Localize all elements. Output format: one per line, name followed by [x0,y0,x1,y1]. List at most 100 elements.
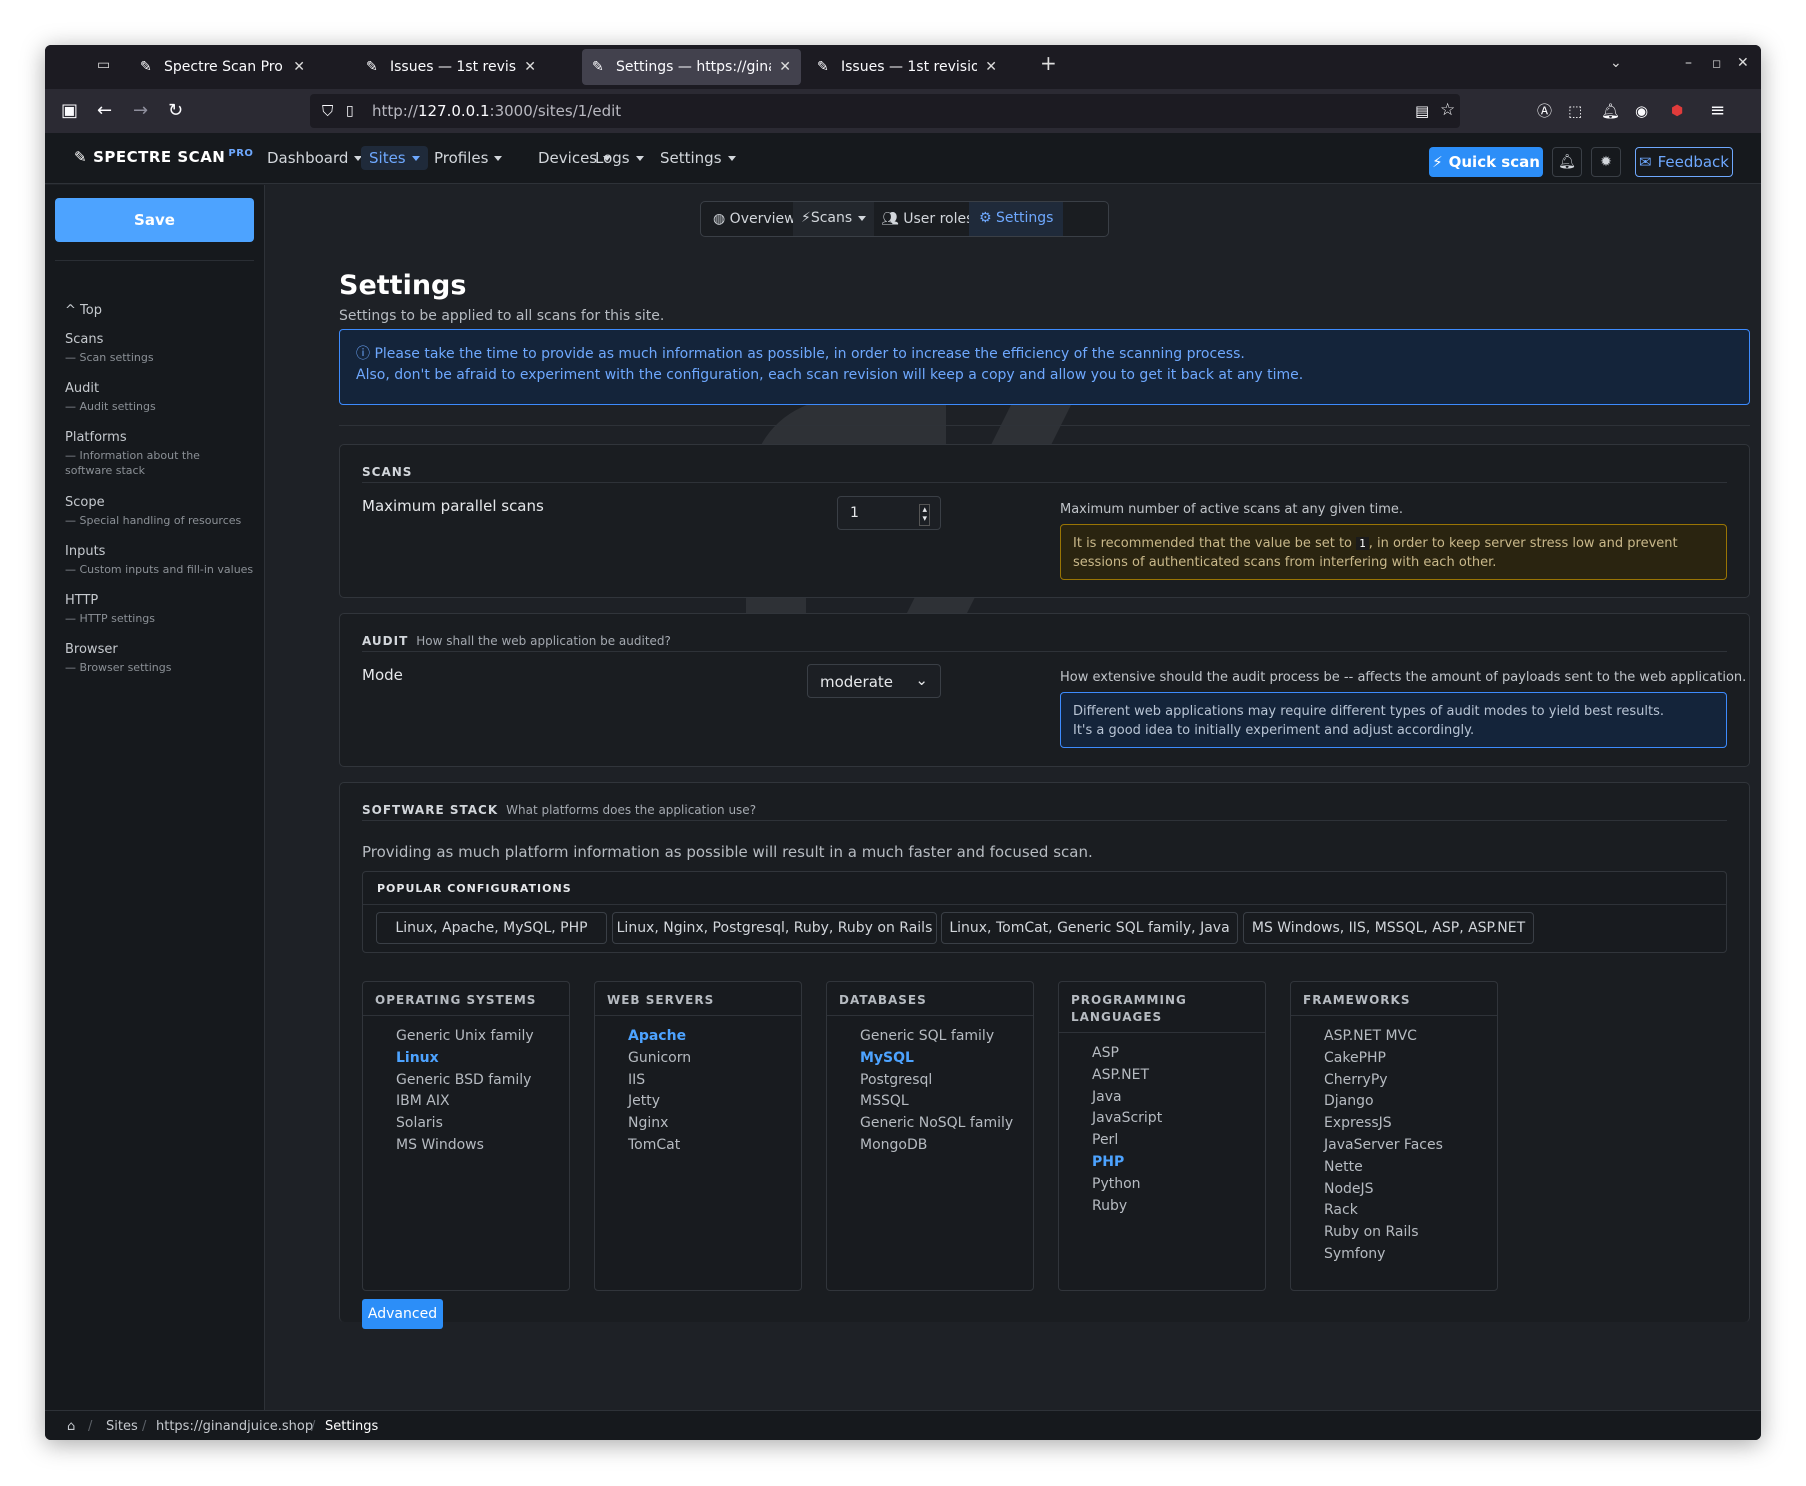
platform-option[interactable]: IIS [628,1070,691,1092]
sidebar-item-scope[interactable]: Scope — Special handling of resources [65,495,241,528]
platform-option[interactable]: Perl [1092,1130,1162,1152]
sidebar-item-browser[interactable]: Browser — Browser settings [65,642,171,675]
platform-option[interactable]: Rack [1324,1200,1443,1222]
platform-option[interactable]: Generic BSD family [396,1070,534,1092]
close-window-icon[interactable]: ✕ [1737,55,1749,71]
back-icon[interactable]: ← [97,99,112,123]
platform-option[interactable]: Symfony [1324,1244,1443,1266]
menu-dashboard[interactable]: Dashboard [267,149,363,167]
platform-option[interactable]: Postgresql [860,1070,1013,1092]
platform-option[interactable]: Gunicorn [628,1048,691,1070]
menu-logs[interactable]: Logs [595,149,644,167]
platform-option[interactable]: Generic SQL family [860,1026,1013,1048]
platform-option[interactable]: Nette [1324,1157,1443,1179]
hamburger-menu-icon[interactable]: ≡ [1710,99,1725,123]
maximize-icon[interactable]: ◻ [1712,57,1721,70]
breadcrumb-item[interactable]: https://ginandjuice.shop [156,1419,313,1434]
platform-option[interactable]: Ruby [1092,1196,1162,1218]
bell-icon[interactable]: 🔔︎ [1552,147,1582,177]
menu-sites[interactable]: Sites [361,146,428,170]
platform-option[interactable]: CakePHP [1324,1048,1443,1070]
platform-option[interactable]: Jetty [628,1091,691,1113]
home-icon[interactable]: ⌂ [67,1419,75,1434]
platform-option[interactable]: Python [1092,1174,1162,1196]
audit-mode-select[interactable]: moderate ⌄ [807,664,941,698]
url-text[interactable]: http://127.0.0.1:3000/sites/1/edit [372,102,621,120]
breadcrumb-item[interactable]: Sites [106,1419,138,1434]
sidebar-item-top[interactable]: ^ Top [65,303,102,318]
max-parallel-scans-input[interactable]: 1 ▴ ▾ [837,496,941,530]
platform-option[interactable]: ASP.NET [1092,1065,1162,1087]
ublock-icon[interactable]: ⬢ [1671,99,1683,123]
platform-option[interactable]: Java [1092,1087,1162,1109]
platform-option[interactable]: ExpressJS [1324,1113,1443,1135]
platform-option[interactable]: Django [1324,1091,1443,1113]
platform-option[interactable]: JavaServer Faces [1324,1135,1443,1157]
save-button[interactable]: Save [55,198,254,242]
platform-option[interactable]: MS Windows [396,1135,534,1157]
platform-option[interactable]: ASP [1092,1043,1162,1065]
platform-option[interactable]: MSSQL [860,1091,1013,1113]
tab-scans[interactable]: ⚡︎Scans [793,202,875,236]
platform-option[interactable]: MongoDB [860,1135,1013,1157]
forward-icon[interactable]: → [133,99,148,123]
shield-icon[interactable]: ⛉ [322,99,333,123]
platform-option[interactable]: IBM AIX [396,1091,534,1113]
platform-option[interactable]: Nginx [628,1113,691,1135]
sidebar-item-scans[interactable]: Scans — Scan settings [65,332,154,365]
sidebar-toggle-icon[interactable]: ▣ [61,99,78,123]
browser-tab[interactable]: ✎Issues — 1st revision - Qui✕ [807,49,1007,85]
quick-scan-button[interactable]: ⚡︎ Quick scan [1429,147,1543,177]
sidebar-item-inputs[interactable]: Inputs — Custom inputs and fill-in values [65,544,253,577]
popular-config-button[interactable]: Linux, Nginx, Postgresql, Ruby, Ruby on … [612,912,937,944]
platform-option[interactable]: Generic Unix family [396,1026,534,1048]
tab-overview[interactable]: ◍ Overview [713,211,796,227]
feedback-button[interactable]: ✉ Feedback [1635,147,1733,177]
vpn-icon[interactable]: ◉ [1635,99,1648,123]
platform-option[interactable]: TomCat [628,1135,691,1157]
browser-tab[interactable]: ✎Spectre Scan Pro v1.12✕ [130,49,315,85]
platform-option[interactable]: CherryPy [1324,1070,1443,1092]
menu-settings[interactable]: Settings [660,149,736,167]
platform-option[interactable]: MySQL [860,1048,1013,1070]
platform-option[interactable]: ASP.NET MVC [1324,1026,1443,1048]
advanced-button[interactable]: Advanced [362,1299,443,1329]
close-icon[interactable]: ✕ [779,59,791,75]
reload-icon[interactable]: ↻ [168,99,183,123]
account-icon[interactable]: Ⓐ [1537,99,1552,123]
sidebar-item-audit[interactable]: Audit — Audit settings [65,381,156,414]
brand-logo[interactable]: ✎ SPECTRE SCAN PRO [74,148,253,166]
platform-option[interactable]: Generic NoSQL family [860,1113,1013,1135]
bookmark-star-icon[interactable]: ☆ [1440,98,1455,122]
sidebar-item-platforms[interactable]: Platforms — Information about the softwar… [65,430,225,478]
tab-list-icon[interactable]: ▭ [97,57,110,73]
close-icon[interactable]: ✕ [985,59,997,75]
platform-option[interactable]: Apache [628,1026,691,1048]
new-tab-icon[interactable]: + [1040,51,1057,75]
tab-settings[interactable]: ⚙ Settings [969,202,1064,236]
reader-view-icon[interactable]: ▤ [1415,99,1429,123]
sidebar-item-http[interactable]: HTTP — HTTP settings [65,593,155,626]
chevron-down-icon[interactable]: ⌄ [1610,55,1622,71]
platform-option[interactable]: Ruby on Rails [1324,1222,1443,1244]
tab-user-roles[interactable]: 👥︎ User roles [881,211,973,227]
url-bar[interactable]: ⛉ ▯ http://127.0.0.1:3000/sites/1/edit ▤… [310,94,1460,128]
notifications-ext-icon[interactable]: 🔔︎ [1601,99,1620,123]
browser-tab-active[interactable]: ✎Settings — https://ginandj✕ [582,49,801,85]
platform-option[interactable]: NodeJS [1324,1179,1443,1201]
extensions-icon[interactable]: ⬚ [1568,99,1582,123]
platform-option[interactable]: Solaris [396,1113,534,1135]
spinner-icon[interactable]: ▴ ▾ [919,504,930,526]
platform-option[interactable]: JavaScript [1092,1108,1162,1130]
platform-option[interactable]: PHP [1092,1152,1162,1174]
theme-icon[interactable]: ✹ [1591,147,1621,177]
platform-option[interactable]: Linux [396,1048,534,1070]
popular-config-button[interactable]: Linux, TomCat, Generic SQL family, Java [941,912,1238,944]
close-icon[interactable]: ✕ [524,59,536,75]
menu-profiles[interactable]: Profiles [434,149,503,167]
minimize-icon[interactable]: – [1685,55,1692,71]
popular-config-button[interactable]: Linux, Apache, MySQL, PHP [376,912,607,944]
popular-config-button[interactable]: MS Windows, IIS, MSSQL, ASP, ASP.NET [1243,912,1534,944]
browser-tab[interactable]: ✎Issues — 1st revision - Test✕ [356,49,546,85]
close-icon[interactable]: ✕ [293,59,305,75]
